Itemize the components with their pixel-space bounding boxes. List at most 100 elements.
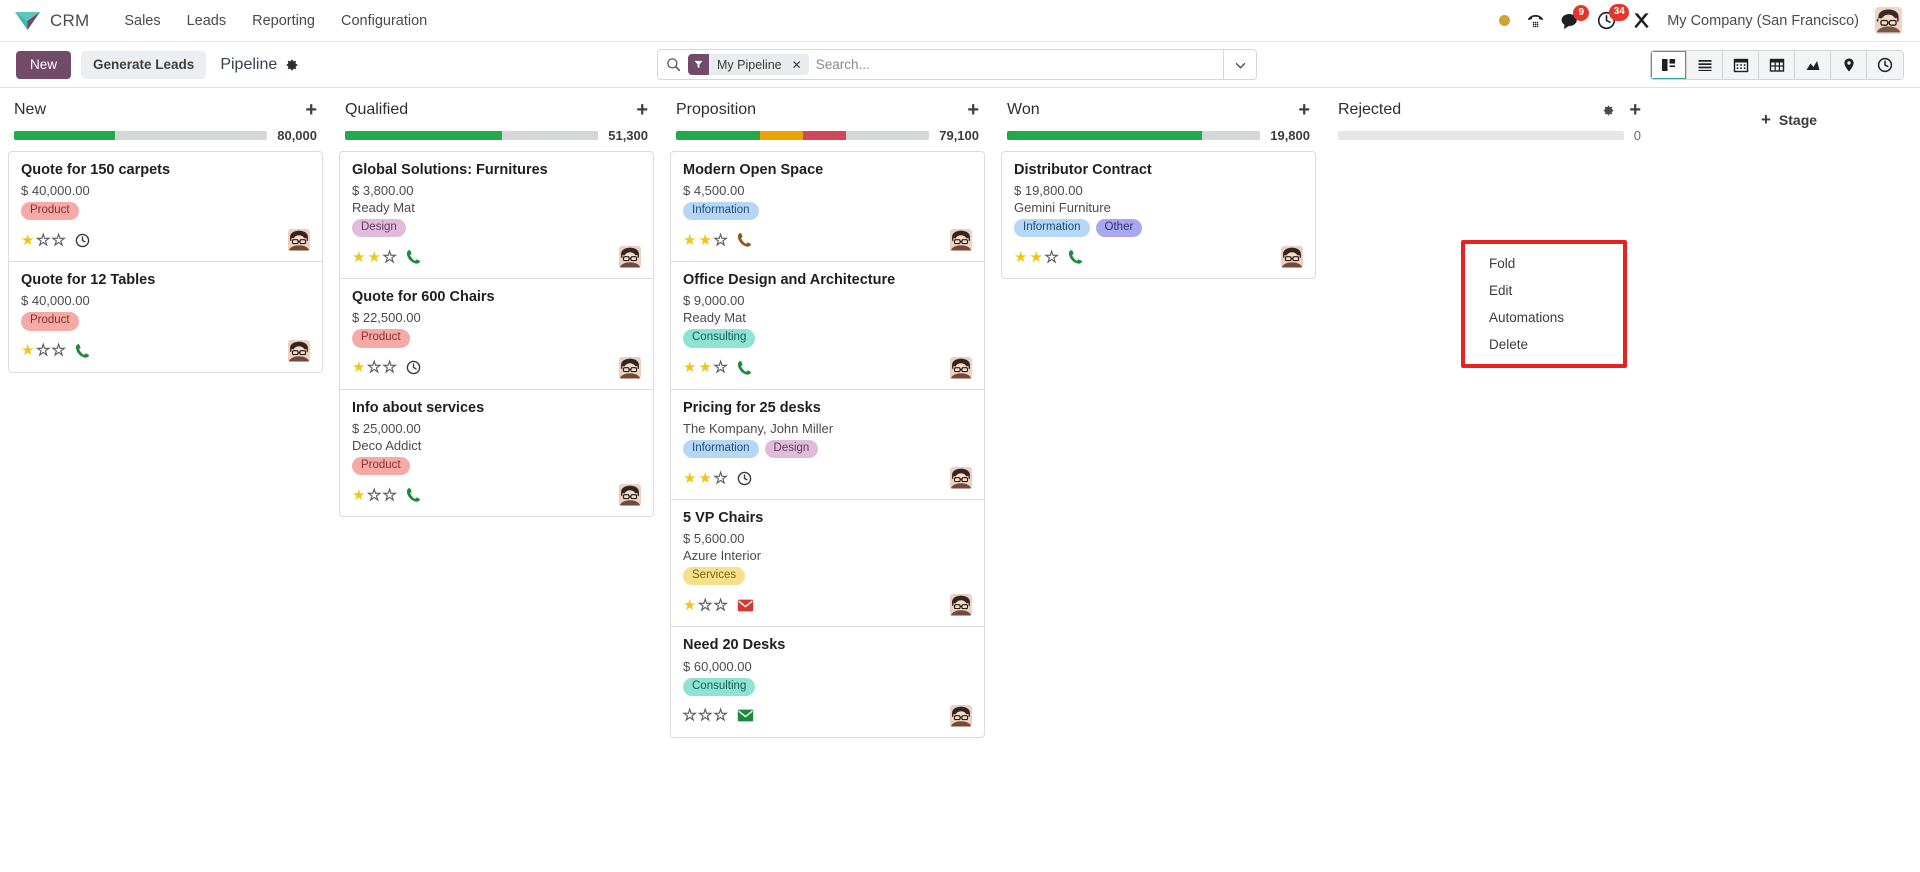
card-assignee-avatar[interactable]: [950, 704, 972, 727]
priority-star[interactable]: ★: [713, 470, 728, 486]
add-card-plus-icon[interactable]: +: [967, 100, 979, 120]
priority-star[interactable]: ★: [382, 487, 397, 503]
view-pivot-button[interactable]: [1759, 50, 1795, 79]
priority-stars[interactable]: ★ ★ ★: [682, 708, 727, 724]
card-assignee-avatar[interactable]: [1281, 246, 1303, 269]
priority-star[interactable]: ★: [21, 343, 34, 358]
priority-stars[interactable]: ★ ★ ★: [352, 249, 397, 265]
priority-star[interactable]: ★: [683, 471, 696, 486]
view-graph-button[interactable]: [1795, 50, 1831, 79]
kanban-card[interactable]: 5 VP Chairs $ 5,600.00 Azure Interior Servi…: [670, 499, 985, 627]
search-bar[interactable]: My Pipeline ✕: [657, 49, 1223, 80]
card-assignee-avatar[interactable]: [619, 484, 641, 507]
progress-segment[interactable]: [14, 131, 116, 140]
priority-stars[interactable]: ★ ★ ★: [352, 360, 397, 376]
menu-item-automations[interactable]: Automations: [1465, 304, 1623, 331]
progress-segment[interactable]: [1338, 131, 1624, 140]
card-assignee-avatar[interactable]: [950, 467, 972, 490]
priority-star[interactable]: ★: [352, 360, 365, 375]
add-stage-button[interactable]: + Stage: [1679, 100, 1899, 140]
kanban-card[interactable]: Global Solutions: Furnitures $ 3,800.00 Re…: [339, 151, 654, 279]
priority-stars[interactable]: ★ ★ ★: [683, 470, 728, 486]
priority-star[interactable]: ★: [367, 250, 380, 265]
card-tag[interactable]: Information: [1014, 219, 1090, 238]
column-header[interactable]: Won +: [1001, 88, 1316, 128]
priority-star[interactable]: ★: [352, 250, 365, 265]
remove-facet-icon[interactable]: ✕: [787, 54, 809, 75]
voip-phone-icon[interactable]: [1526, 12, 1545, 29]
card-assignee-avatar[interactable]: [950, 594, 972, 617]
column-header[interactable]: Proposition +: [670, 88, 985, 128]
column-header[interactable]: Rejected +: [1332, 88, 1647, 128]
gear-icon[interactable]: [285, 58, 299, 72]
priority-stars[interactable]: ★ ★ ★: [683, 360, 728, 376]
priority-star[interactable]: ★: [1044, 249, 1059, 265]
column-settings-gear-icon[interactable]: [1602, 104, 1615, 117]
progress-segment[interactable]: [759, 131, 803, 140]
card-tag[interactable]: Consulting: [683, 677, 756, 696]
card-assignee-avatar[interactable]: [950, 356, 972, 379]
activity-phone-icon[interactable]: [406, 249, 421, 265]
add-card-plus-icon[interactable]: +: [636, 100, 648, 120]
menu-item-reporting[interactable]: Reporting: [239, 7, 328, 35]
activities-clock-icon[interactable]: 34: [1597, 4, 1630, 30]
progress-segment[interactable]: [845, 131, 930, 140]
progress-segment[interactable]: [1201, 131, 1261, 140]
breadcrumb-label[interactable]: Pipeline: [220, 56, 277, 74]
priority-star[interactable]: ★: [367, 360, 382, 376]
progress-segment[interactable]: [115, 131, 268, 140]
card-tag[interactable]: Product: [352, 456, 410, 476]
priority-stars[interactable]: ★ ★ ★: [21, 232, 66, 248]
menu-item-edit[interactable]: Edit: [1465, 277, 1623, 304]
activity-phone-icon[interactable]: [406, 487, 421, 503]
brand[interactable]: CRM: [14, 10, 89, 32]
add-card-plus-icon[interactable]: +: [1629, 100, 1641, 120]
company-selector[interactable]: My Company (San Francisco): [1667, 13, 1859, 29]
priority-star[interactable]: ★: [698, 708, 713, 724]
card-assignee-avatar[interactable]: [619, 356, 641, 379]
card-tag[interactable]: Product: [352, 329, 410, 348]
menu-item-sales[interactable]: Sales: [111, 7, 173, 35]
activity-email-icon[interactable]: [737, 599, 754, 612]
card-tag[interactable]: Consulting: [683, 329, 756, 348]
generate-leads-button[interactable]: Generate Leads: [81, 50, 207, 79]
column-progress-bar[interactable]: [1338, 131, 1624, 140]
new-button[interactable]: New: [16, 50, 72, 79]
add-card-plus-icon[interactable]: +: [305, 100, 317, 120]
priority-star[interactable]: ★: [382, 249, 397, 265]
priority-star[interactable]: ★: [698, 360, 711, 375]
card-tag[interactable]: Services: [683, 567, 746, 586]
search-input[interactable]: [815, 57, 1215, 72]
view-activity-button[interactable]: [1867, 50, 1903, 79]
kanban-card[interactable]: Office Design and Architecture $ 9,000.00…: [670, 261, 985, 389]
avatar[interactable]: [1875, 7, 1902, 34]
priority-stars[interactable]: ★ ★ ★: [21, 343, 66, 359]
view-map-button[interactable]: [1831, 50, 1867, 79]
card-assignee-avatar[interactable]: [288, 229, 310, 252]
card-tag[interactable]: Product: [21, 202, 79, 221]
progress-segment[interactable]: [1007, 131, 1202, 140]
card-assignee-avatar[interactable]: [950, 229, 972, 252]
progress-segment[interactable]: [802, 131, 846, 140]
progress-segment[interactable]: [502, 131, 599, 140]
priority-star[interactable]: ★: [698, 597, 713, 613]
progress-segment[interactable]: [345, 131, 502, 140]
activity-phone-icon[interactable]: [737, 360, 752, 376]
activity-phone-icon[interactable]: [1068, 249, 1083, 265]
priority-stars[interactable]: ★ ★ ★: [1014, 249, 1059, 265]
priority-star[interactable]: ★: [51, 232, 66, 248]
card-tag[interactable]: Information: [683, 439, 759, 459]
kanban-card[interactable]: Quote for 600 Chairs $ 22,500.00 Product ★…: [339, 278, 654, 389]
priority-star[interactable]: ★: [51, 343, 66, 359]
priority-star[interactable]: ★: [36, 343, 51, 359]
column-header[interactable]: New +: [8, 88, 323, 128]
kanban-card[interactable]: Pricing for 25 desks The Kompany, John Mi…: [670, 388, 985, 500]
priority-star[interactable]: ★: [683, 233, 696, 248]
column-progress-bar[interactable]: [14, 131, 268, 140]
menu-item-fold[interactable]: Fold: [1465, 250, 1623, 277]
activity-clock-icon[interactable]: [406, 360, 421, 375]
search-dropdown-toggle[interactable]: [1223, 49, 1257, 80]
priority-star[interactable]: ★: [1014, 250, 1027, 265]
priority-star[interactable]: ★: [382, 360, 397, 376]
priority-star[interactable]: ★: [698, 233, 711, 248]
